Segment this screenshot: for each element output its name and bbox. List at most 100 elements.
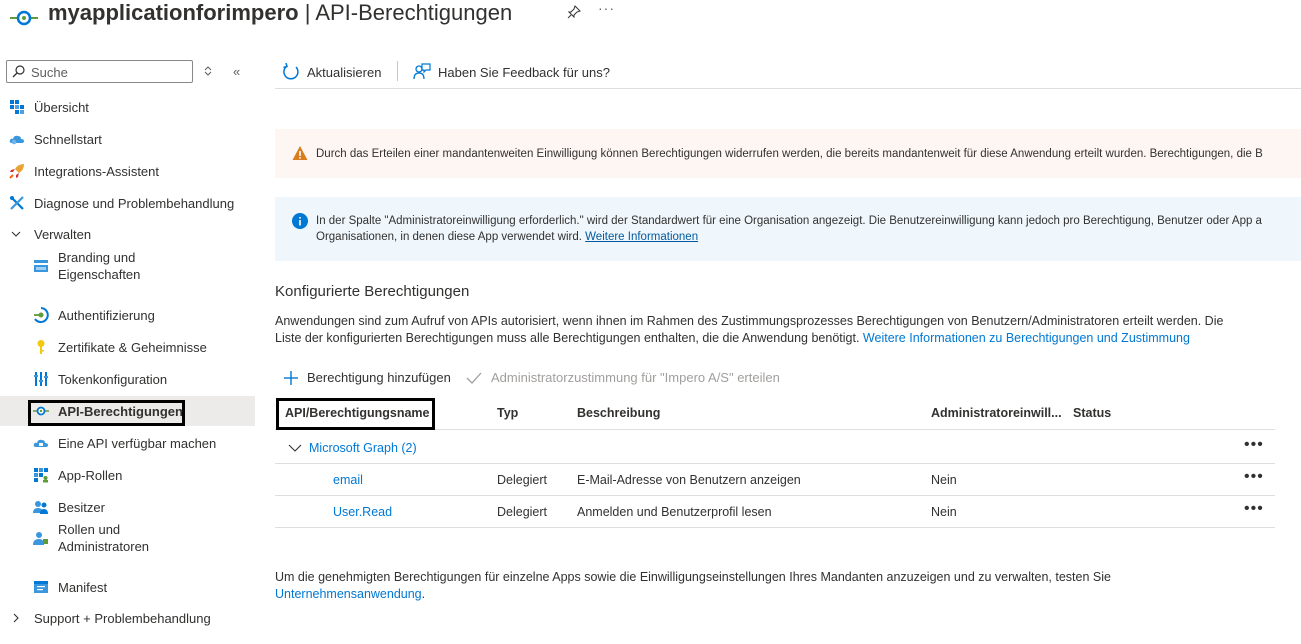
warning-text: Durch das Erteilen einer mandantenweiten… [316, 148, 1263, 160]
sidebar-item-roles-admins[interactable]: Rollen und Administratoren [0, 520, 255, 556]
permission-type: Delegiert [497, 473, 548, 487]
permission-description: Anmelden und Benutzerprofil lesen [577, 505, 772, 519]
enterprise-applications-link[interactable]: Unternehmensanwendung [275, 587, 422, 601]
checkmark-icon [466, 372, 482, 384]
sidebar-item-token-config[interactable]: Tokenkonfiguration [0, 364, 255, 394]
chevron-down-icon [11, 231, 21, 237]
group-microsoft-graph-link[interactable]: Microsoft Graph (2) [309, 441, 417, 455]
sidebar-item-label: Zertifikate & Geheimnisse [58, 339, 207, 355]
info-icon [292, 213, 308, 229]
sidebar-item-label: Besitzer [58, 499, 105, 515]
search-input[interactable]: Suche [6, 60, 193, 83]
key-icon [37, 340, 45, 354]
sidebar-item-certificates[interactable]: Zertifikate & Geheimnisse [0, 332, 255, 362]
more-actions-icon[interactable]: ••• [1244, 436, 1264, 454]
warning-icon [292, 146, 308, 160]
sidebar-item-label: Übersicht [34, 99, 89, 115]
cloud-icon [9, 135, 24, 145]
refresh-button[interactable]: Aktualisieren [282, 63, 381, 81]
sidebar-item-overview[interactable]: Übersicht [0, 92, 255, 122]
sidebar-item-authentication[interactable]: Authentifizierung [0, 300, 255, 330]
sidebar-item-app-roles[interactable]: App-Rollen [0, 460, 255, 490]
table-row: email Delegiert E-Mail-Adresse von Benut… [275, 464, 1275, 496]
token-icon [34, 372, 48, 386]
sidebar-item-label: Support + Problembehandlung [34, 610, 211, 626]
app-registration-icon [10, 10, 38, 26]
admin-consent-required: Nein [931, 505, 957, 519]
sidebar-item-label: Eine API verfügbar machen [58, 435, 217, 451]
sidebar-group-support[interactable]: Support + Problembehandlung [0, 603, 255, 633]
rocket-icon [9, 164, 24, 179]
sidebar-item-diagnose[interactable]: Diagnose und Problembehandlung [0, 188, 255, 218]
sidebar-item-expose-api[interactable]: Eine API verfügbar machen [0, 428, 255, 458]
owners-icon [33, 501, 48, 514]
sort-icon[interactable] [203, 66, 213, 76]
grant-admin-consent-button[interactable]: Administratorzustimmung für "Impero A/S"… [466, 370, 780, 385]
highlight-box [276, 398, 435, 430]
pin-icon[interactable] [567, 5, 581, 19]
wrench-icon [10, 196, 24, 210]
column-header-admin-consent[interactable]: Administratoreinwill... [931, 406, 1062, 420]
toolbar-divider [397, 61, 398, 81]
info-text: In der Spalte "Administratoreinwilligung… [316, 215, 1262, 243]
sidebar-item-label: Tokenkonfiguration [58, 371, 168, 387]
more-actions-icon[interactable]: ••• [1244, 500, 1264, 518]
page-title: myapplicationforimpero | API-Berechtigun… [48, 0, 513, 25]
sidebar-item-owners[interactable]: Besitzer [0, 492, 255, 522]
app-roles-icon [34, 468, 48, 483]
sidebar-item-quickstart[interactable]: Schnellstart [0, 124, 255, 154]
feedback-icon [413, 63, 431, 80]
table-group-row[interactable]: Microsoft Graph (2) ••• [275, 432, 1275, 464]
sidebar-item-label: Branding und Eigenschaften [58, 250, 141, 282]
collapse-sidebar-icon[interactable]: « [233, 64, 240, 79]
feedback-label: Haben Sie Feedback für uns? [438, 64, 610, 80]
search-icon [12, 65, 25, 78]
sidebar-item-manifest[interactable]: Manifest [0, 572, 255, 602]
chevron-right-icon [13, 613, 19, 623]
add-permission-button[interactable]: Berechtigung hinzufügen [284, 370, 451, 385]
grid-icon [10, 100, 24, 114]
sidebar-item-label: App-Rollen [58, 467, 123, 483]
sidebar-item-label: Manifest [58, 579, 108, 595]
search-placeholder: Suche [31, 65, 68, 80]
admin-consent-required: Nein [931, 473, 957, 487]
sidebar-item-label: Schnellstart [34, 131, 102, 147]
section-description: Anwendungen sind zum Aufruf von APIs aut… [275, 314, 1224, 345]
cloud-api-icon [33, 439, 48, 447]
sidebar-item-label: Diagnose und Problembehandlung [34, 195, 235, 211]
chevron-down-icon [288, 444, 302, 452]
permission-type: Delegiert [497, 505, 548, 519]
column-header-description[interactable]: Beschreibung [577, 406, 660, 420]
auth-icon [34, 307, 49, 323]
feedback-button[interactable]: Haben Sie Feedback für uns? [413, 63, 610, 81]
sidebar: Suche « Übersicht Schnellstart Integrati… [0, 56, 255, 644]
page-header: myapplicationforimpero | API-Berechtigun… [0, 0, 1301, 32]
grant-admin-consent-label: Administratorzustimmung für "Impero A/S"… [491, 370, 780, 385]
permission-name-link[interactable]: User.Read [333, 505, 392, 519]
warning-banner: Durch das Erteilen einer mandantenweiten… [275, 129, 1301, 178]
sidebar-item-integration-assistant[interactable]: Integrations-Assistent [0, 156, 255, 186]
permissions-learn-more-link[interactable]: Weitere Informationen zu Berechtigungen … [863, 331, 1190, 345]
plus-icon [284, 370, 298, 385]
more-actions-icon[interactable]: ••• [1244, 468, 1264, 486]
info-learn-more-link[interactable]: Weitere Informationen [585, 231, 698, 243]
command-bar: Aktualisieren Haben Sie Feedback für uns… [275, 56, 1301, 89]
sidebar-item-label: Rollen und Administratoren [58, 522, 150, 554]
sidebar-item-label: Integrations-Assistent [34, 163, 160, 179]
permission-description: E-Mail-Adresse von Benutzern anzeigen [577, 473, 801, 487]
column-header-status[interactable]: Status [1073, 406, 1111, 420]
table-row: User.Read Delegiert Anmelden und Benutze… [275, 496, 1275, 528]
more-options-icon[interactable]: ··· [598, 0, 615, 16]
refresh-icon [283, 63, 299, 80]
highlight-box [28, 400, 185, 426]
sidebar-group-manage[interactable]: Verwalten [0, 219, 255, 249]
sidebar-item-branding[interactable]: Branding und Eigenschaften [0, 248, 255, 284]
permission-name-link[interactable]: email [333, 473, 363, 487]
section-title: Konfigurierte Berechtigungen [275, 283, 470, 300]
sidebar-item-label: Authentifizierung [58, 307, 155, 323]
info-banner: In der Spalte "Administratoreinwilligung… [275, 197, 1301, 261]
column-header-type[interactable]: Typ [497, 406, 518, 420]
refresh-label: Aktualisieren [307, 64, 382, 80]
roles-icon [33, 532, 48, 545]
enterprise-apps-hint: Um die genehmigten Berechtigungen für ei… [275, 570, 1111, 601]
